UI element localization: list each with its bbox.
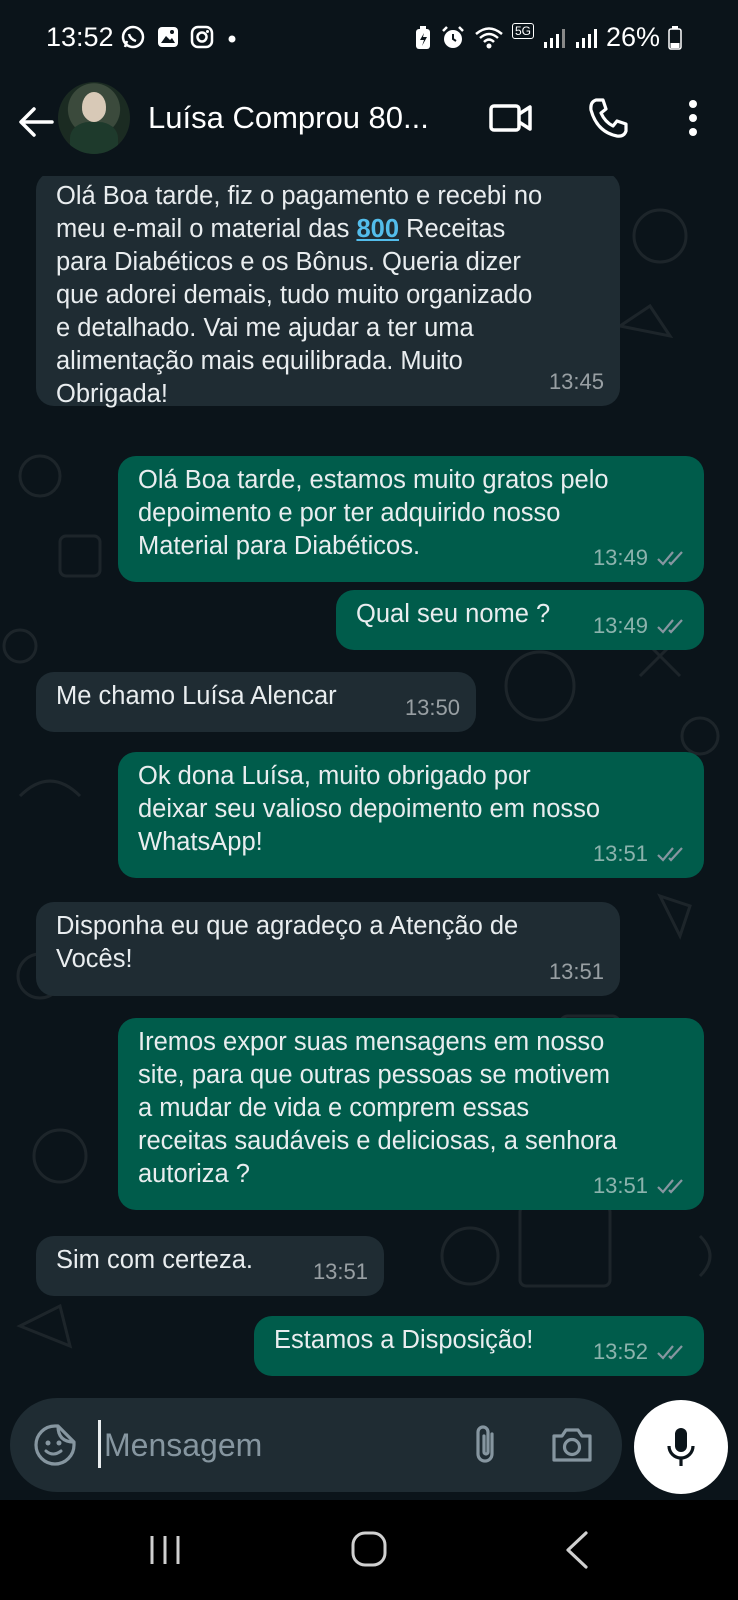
read-receipt-icon [657, 1344, 683, 1360]
message-bubble-incoming[interactable]: Sim com certeza. 13:51 [36, 1236, 384, 1296]
read-receipt-icon [657, 550, 683, 566]
message-bubble-incoming[interactable]: Olá Boa tarde, fiz o pagamento e recebi … [36, 176, 620, 408]
signal-icon-1 [543, 28, 565, 48]
text-cursor [98, 1420, 101, 1468]
sticker-icon[interactable] [32, 1422, 78, 1468]
message-composer[interactable] [10, 1398, 622, 1492]
message-text: Olá Boa tarde, fiz o pagamento e recebi … [56, 180, 600, 411]
message-bubble-outgoing[interactable]: Qual seu nome ? 13:49 [336, 590, 704, 650]
back-arrow-icon[interactable] [14, 100, 58, 144]
message-time: 13:45 [548, 369, 604, 394]
more-vert-icon[interactable] [678, 96, 708, 140]
contact-avatar[interactable] [58, 82, 130, 154]
message-time: 13:51 [548, 959, 604, 984]
message-text: Iremos expor suas mensagens em nosso sit… [138, 1028, 618, 1188]
read-receipt-icon [657, 618, 683, 634]
network-type-label: 5G [511, 22, 534, 39]
read-receipt-icon [657, 1178, 683, 1194]
signal-icon-2 [575, 28, 597, 48]
dot-icon [228, 35, 236, 43]
contact-name[interactable]: Luísa Comprou 80... [148, 100, 458, 136]
message-bubble-incoming[interactable]: Me chamo Luísa Alencar 13:50 [36, 672, 476, 732]
message-text: Disponha eu que agradeço a Atenção de Vo… [56, 912, 519, 973]
message-link[interactable]: 800 [356, 215, 399, 243]
camera-icon[interactable] [548, 1422, 596, 1468]
whatsapp-notification-icon [121, 25, 145, 49]
battery-icon [668, 25, 682, 50]
message-text-part: Receitas para Diabéticos e os Bônus. Que… [56, 215, 533, 408]
attach-icon[interactable] [466, 1422, 506, 1468]
avatar-face [82, 92, 106, 122]
nav-back-icon[interactable] [562, 1530, 592, 1570]
system-icons: 5G 26% [414, 22, 682, 53]
message-time: 13:51 [312, 1259, 368, 1284]
message-meta: 13:50 [405, 691, 460, 724]
chat-header: Luísa Comprou 80... [0, 80, 738, 176]
message-time: 13:51 [592, 1173, 648, 1198]
message-bubble-outgoing[interactable]: Iremos expor suas mensagens em nosso sit… [118, 1018, 704, 1210]
voice-record-button[interactable] [634, 1400, 728, 1494]
home-icon[interactable] [350, 1530, 388, 1568]
message-meta: 13:52 [593, 1335, 688, 1368]
status-bar: 13:52 5G 26% [0, 0, 738, 80]
message-input[interactable] [104, 1420, 444, 1470]
message-bubble-outgoing[interactable]: Olá Boa tarde, estamos muito gratos pelo… [118, 456, 704, 582]
battery-saver-icon [415, 25, 430, 49]
gallery-notification-icon [158, 27, 178, 47]
message-meta: 13:49 [593, 609, 688, 642]
message-meta: 13:51 [313, 1255, 368, 1288]
mic-icon [667, 1428, 695, 1466]
alarm-icon [442, 25, 464, 48]
recents-icon[interactable] [148, 1534, 182, 1566]
message-meta: 13:51 [549, 955, 604, 988]
message-bubble-incoming[interactable]: Disponha eu que agradeço a Atenção de Vo… [36, 902, 620, 996]
message-time: 13:52 [592, 1339, 648, 1364]
message-text: Me chamo Luísa Alencar [56, 682, 337, 710]
battery-percent: 26% [605, 22, 660, 52]
message-meta: 13:51 [593, 837, 688, 870]
message-meta: 13:51 [593, 1169, 688, 1202]
notification-icons [120, 24, 240, 50]
message-bubble-outgoing[interactable]: Ok dona Luísa, muito obrigado por deixar… [118, 752, 704, 878]
message-time: 13:49 [592, 545, 648, 570]
avatar-body [70, 122, 118, 154]
phone-icon[interactable] [586, 96, 630, 140]
message-meta: 13:45 [549, 365, 604, 398]
message-time: 13:51 [592, 841, 648, 866]
instagram-notification-icon [190, 25, 214, 49]
read-receipt-icon [657, 846, 683, 862]
message-meta: 13:49 [593, 541, 688, 574]
status-time: 13:52 [46, 22, 114, 52]
message-time: 13:49 [592, 613, 648, 638]
system-nav-bar [0, 1500, 738, 1600]
wifi-icon [475, 26, 503, 48]
video-call-icon[interactable] [488, 98, 534, 138]
composer-bar [0, 1388, 738, 1500]
message-time: 13:50 [404, 695, 460, 720]
message-bubble-outgoing[interactable]: Estamos a Disposição! 13:52 [254, 1316, 704, 1376]
chat-area[interactable]: Olá Boa tarde, fiz o pagamento e recebi … [0, 176, 738, 1388]
